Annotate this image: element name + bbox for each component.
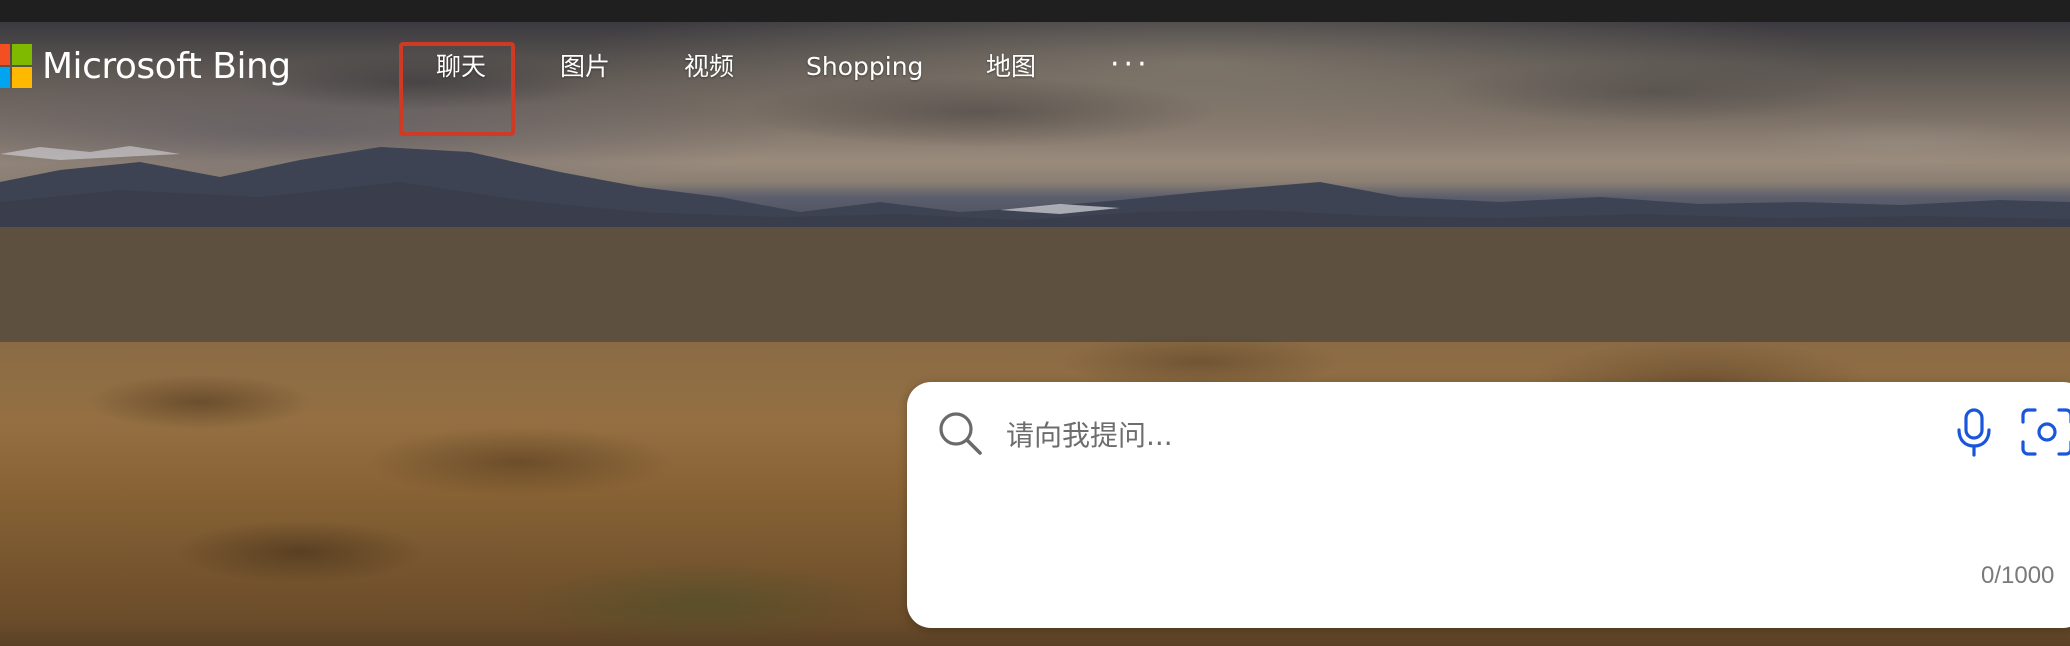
nav-item-images[interactable]: 图片 [560, 50, 610, 84]
microphone-icon[interactable] [1954, 406, 1994, 458]
nav-item-maps[interactable]: 地图 [986, 50, 1036, 84]
character-counter: 0/1000 [1981, 562, 2055, 589]
browser-top-bar [0, 0, 2070, 22]
bing-logo[interactable]: Microsoft Bing [0, 44, 291, 88]
logo-square-blue [0, 67, 10, 88]
logo-square-red [0, 44, 10, 65]
nav-item-shopping[interactable]: Shopping [806, 50, 923, 84]
top-navigation: Microsoft Bing 聊天 图片 视频 Shopping 地图 ··· [0, 22, 1200, 136]
more-menu-button[interactable]: ··· [1110, 50, 1151, 80]
highlight-box [399, 42, 515, 136]
microsoft-logo-icon [0, 44, 32, 88]
search-icon[interactable] [935, 408, 985, 458]
search-box: 0/1000 [907, 382, 2070, 628]
logo-square-yellow [12, 67, 32, 88]
search-input[interactable] [1004, 410, 1808, 460]
visual-search-icon[interactable] [2019, 406, 2070, 458]
nav-item-videos[interactable]: 视频 [684, 50, 734, 84]
mountain-range [0, 146, 2070, 342]
logo-square-green [12, 44, 32, 65]
brand-name: Microsoft Bing [42, 45, 291, 87]
